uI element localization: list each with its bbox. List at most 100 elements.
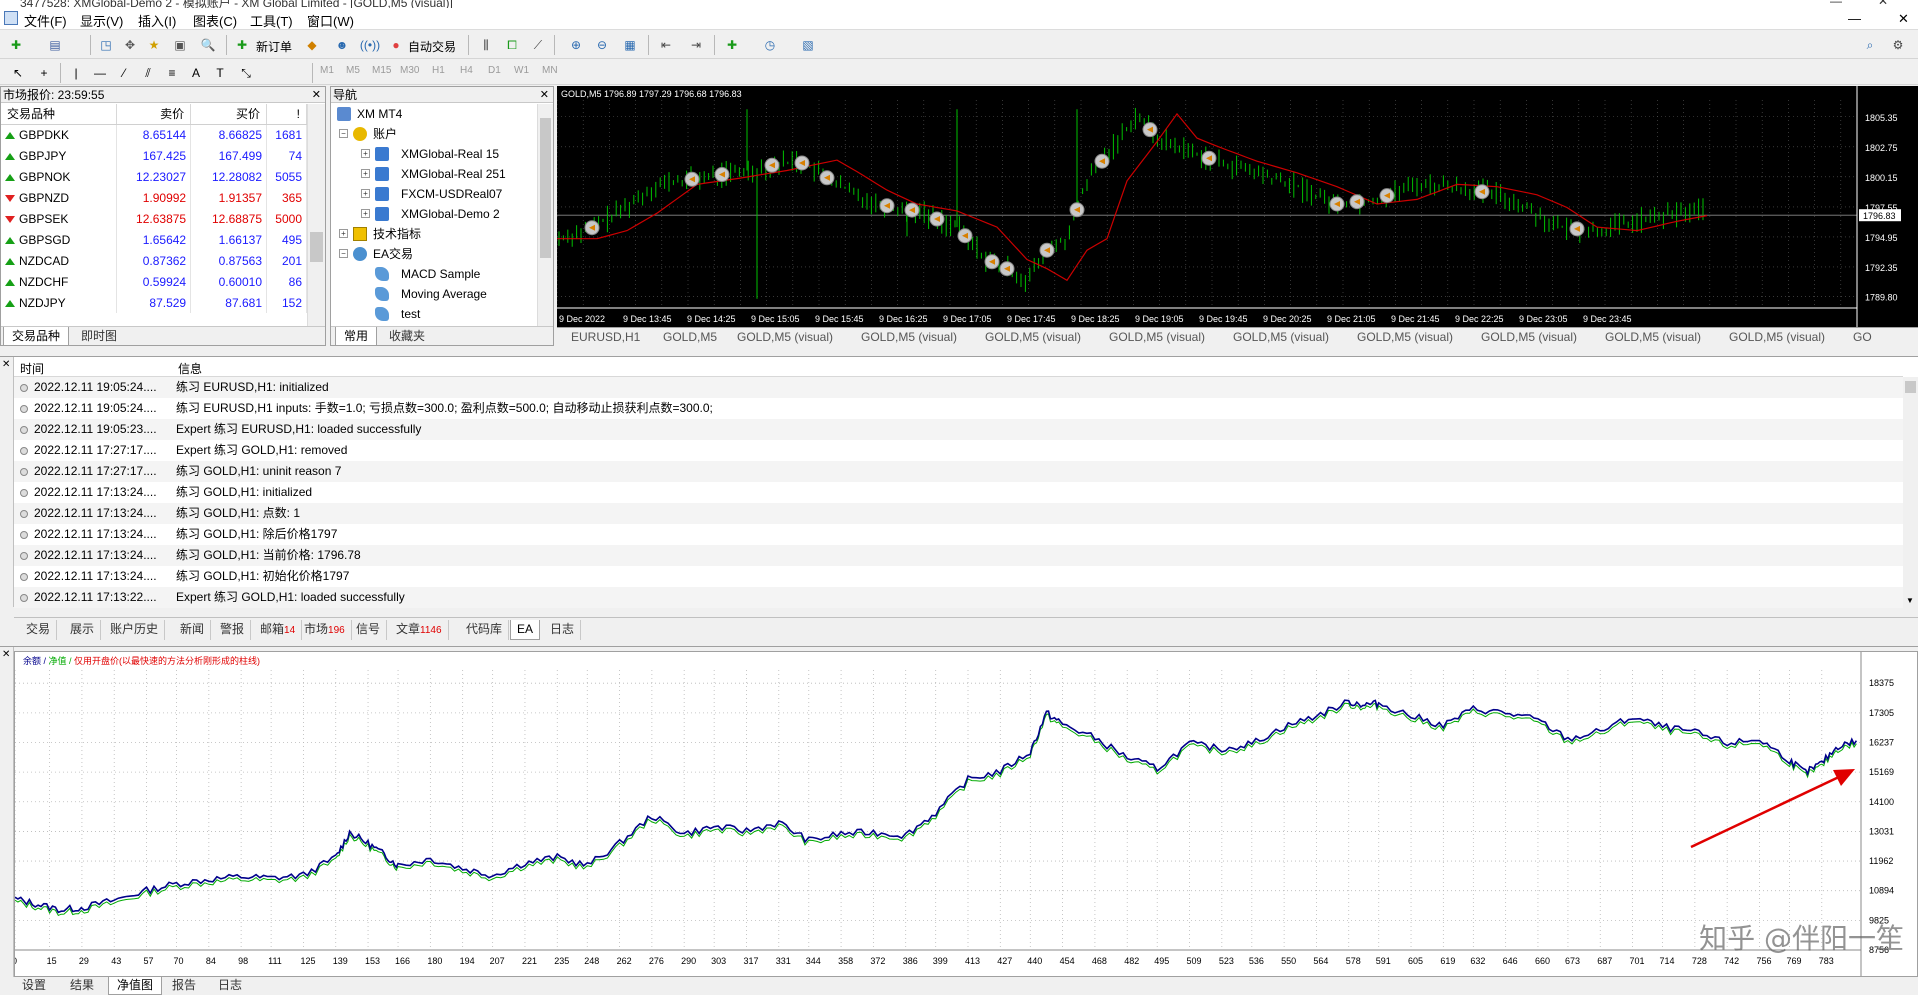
trendline-icon[interactable]: ⁄ (114, 63, 134, 83)
vertical-line-icon[interactable]: | (66, 63, 86, 83)
mdi-close-icon[interactable]: ✕ (1898, 11, 1909, 27)
signals-icon[interactable]: ((•)) (360, 35, 380, 55)
data-window-icon[interactable]: ✥ (120, 35, 140, 55)
terminal-tab[interactable]: 代码库 (460, 620, 510, 640)
trade-marker-icon[interactable] (819, 170, 835, 186)
col-ask[interactable]: 买价 (190, 104, 267, 125)
close-window-icon[interactable]: ✕ (1878, 0, 1888, 8)
log-row[interactable]: 2022.12.11 17:13:24.... 练习 GOLD,H1: initi… (14, 482, 1903, 503)
chart-tab[interactable]: GOLD,M5 (visual) (1357, 330, 1453, 344)
scroll-thumb[interactable] (540, 118, 551, 258)
log-row[interactable]: 2022.12.11 17:13:22.... Expert 练习 GOLD,H1… (14, 587, 1903, 608)
scroll-down-icon[interactable]: ▼ (1906, 596, 1914, 605)
equity-chart[interactable]: 0 15 29 43 57 70 84 98 111 125 139 153 166 180 194 207 2… (12, 651, 1918, 977)
trade-marker-icon[interactable] (904, 202, 920, 218)
trade-marker-icon[interactable] (984, 254, 1000, 270)
tab-report[interactable]: 报告 (164, 977, 204, 995)
chart-tab[interactable]: GOLD,M5 (visual) (985, 330, 1081, 344)
terminal-tab[interactable]: 展示 (64, 620, 102, 640)
fibonacci-icon[interactable]: ≡ (162, 63, 182, 83)
expand-icon[interactable]: + (361, 189, 370, 198)
trade-marker-icon[interactable] (929, 211, 945, 227)
col-time[interactable]: 时间 (20, 360, 44, 377)
tab-equity-graph[interactable]: 净值图 (108, 977, 163, 995)
col-message[interactable]: 信息 (178, 360, 202, 377)
users-icon[interactable]: ☻ (332, 35, 352, 55)
trade-marker-icon[interactable] (1039, 242, 1055, 258)
scroll-thumb[interactable] (1905, 381, 1916, 393)
terminal-tab[interactable]: EA (510, 620, 541, 640)
mdi-minimize-icon[interactable]: — (1848, 11, 1861, 26)
trade-marker-icon[interactable] (794, 155, 810, 171)
terminal-tab[interactable]: 新闻 (174, 620, 212, 640)
bar-chart-icon[interactable]: ⫼ (476, 35, 496, 55)
trade-marker-icon[interactable] (584, 220, 600, 236)
metaeditor-icon[interactable]: ◆ (302, 35, 322, 55)
navigator-icon[interactable]: ★ (144, 35, 164, 55)
channel-icon[interactable]: ⫽ (138, 63, 158, 83)
tf-mn[interactable]: MN (542, 65, 558, 76)
quote-row[interactable]: GBPSGD 1.65642 1.66137 495 (1, 229, 307, 250)
navigator-close-icon[interactable]: ✕ (540, 87, 549, 103)
market-watch-icon[interactable]: ◳ (96, 35, 116, 55)
search-icon[interactable]: ⌕ (1860, 35, 1880, 55)
quote-row[interactable]: NZDCHF 0.59924 0.60010 86 (1, 271, 307, 292)
trade-marker-icon[interactable] (1201, 150, 1217, 166)
chart-tab[interactable]: GOLD,M5 (visual) (861, 330, 957, 344)
collapse-icon[interactable]: − (339, 129, 348, 138)
zoom-in-icon[interactable]: ⊕ (566, 35, 586, 55)
tf-w1[interactable]: W1 (514, 65, 529, 76)
menu-file[interactable]: 文件(F) (24, 11, 67, 30)
scroll-thumb[interactable] (310, 232, 323, 262)
chart-tab[interactable]: GOLD,M5 (visual) (1605, 330, 1701, 344)
tab-favorites[interactable]: 收藏夹 (381, 327, 433, 345)
chart-tab[interactable]: GOLD,M5 (visual) (1481, 330, 1577, 344)
tester-icon[interactable]: 🔍 (198, 35, 218, 55)
indicators-icon[interactable]: ✚ (722, 35, 742, 55)
log-row[interactable]: 2022.12.11 17:13:24.... 练习 GOLD,H1: 除后价格1… (14, 524, 1903, 545)
terminal-tab[interactable]: 日志 (544, 620, 582, 640)
autoscroll-icon[interactable]: ⇥ (686, 35, 706, 55)
trade-marker-icon[interactable] (684, 171, 700, 187)
expand-icon[interactable]: + (361, 209, 370, 218)
quote-row[interactable]: GBPSEK 12.63875 12.68875 5000 (1, 208, 307, 229)
col-symbol[interactable]: 交易品种 (1, 104, 118, 125)
text-icon[interactable]: A (186, 63, 206, 83)
terminal-tab[interactable]: 邮箱14 (254, 620, 303, 640)
log-row[interactable]: 2022.12.11 17:13:24.... 练习 GOLD,H1: 初始化价格… (14, 566, 1903, 587)
quote-row[interactable]: NZDCAD 0.87362 0.87563 201 (1, 250, 307, 271)
tab-journal[interactable]: 日志 (210, 977, 250, 995)
terminal-tab[interactable]: 文章1146 (390, 620, 449, 640)
market-watch-scrollbar[interactable] (307, 104, 325, 326)
trade-marker-icon[interactable] (957, 228, 973, 244)
trade-marker-icon[interactable] (1094, 153, 1110, 169)
trade-marker-icon[interactable] (714, 167, 730, 183)
chart-tab[interactable]: GOLD,M5 (visual) (1233, 330, 1329, 344)
trade-marker-icon[interactable] (1329, 196, 1345, 212)
log-row[interactable]: 2022.12.11 17:13:24.... 练习 GOLD,H1: 当前价格:… (14, 545, 1903, 566)
chart-tab[interactable]: GO (1853, 330, 1872, 344)
tf-m15[interactable]: M15 (372, 65, 391, 76)
menu-view[interactable]: 显示(V) (80, 11, 123, 30)
terminal-tab[interactable]: 账户历史 (104, 620, 166, 640)
chart-tab[interactable]: GOLD,M5 (visual) (1109, 330, 1205, 344)
periods-icon[interactable]: ◷ (760, 35, 780, 55)
trade-marker-icon[interactable] (1379, 188, 1395, 204)
trade-marker-icon[interactable] (1142, 122, 1158, 138)
menu-insert[interactable]: 插入(I) (138, 11, 176, 30)
col-spread[interactable]: ! (266, 104, 307, 125)
crosshair-icon[interactable]: + (34, 63, 54, 83)
chart-tab[interactable]: GOLD,M5 (visual) (1729, 330, 1825, 344)
quote-row[interactable]: GBPNOK 12.23027 12.28082 5055 (1, 166, 307, 187)
tab-symbols[interactable]: 交易品种 (3, 327, 70, 345)
chart-tab[interactable]: EURUSD,H1 (571, 330, 640, 344)
tile-windows-icon[interactable]: ▦ (620, 35, 640, 55)
new-order-icon[interactable]: ✚ (232, 35, 252, 55)
tf-h1[interactable]: H1 (432, 65, 445, 76)
log-row[interactable]: 2022.12.11 19:05:24.... 练习 EURUSD,H1 inpu… (14, 398, 1903, 419)
tf-h4[interactable]: H4 (460, 65, 473, 76)
log-row[interactable]: 2022.12.11 17:27:17.... 练习 GOLD,H1: unini… (14, 461, 1903, 482)
tab-settings[interactable]: 设置 (14, 977, 54, 995)
menu-window[interactable]: 窗口(W) (307, 11, 354, 30)
quote-row[interactable]: NZDJPY 87.529 87.681 152 (1, 292, 307, 313)
